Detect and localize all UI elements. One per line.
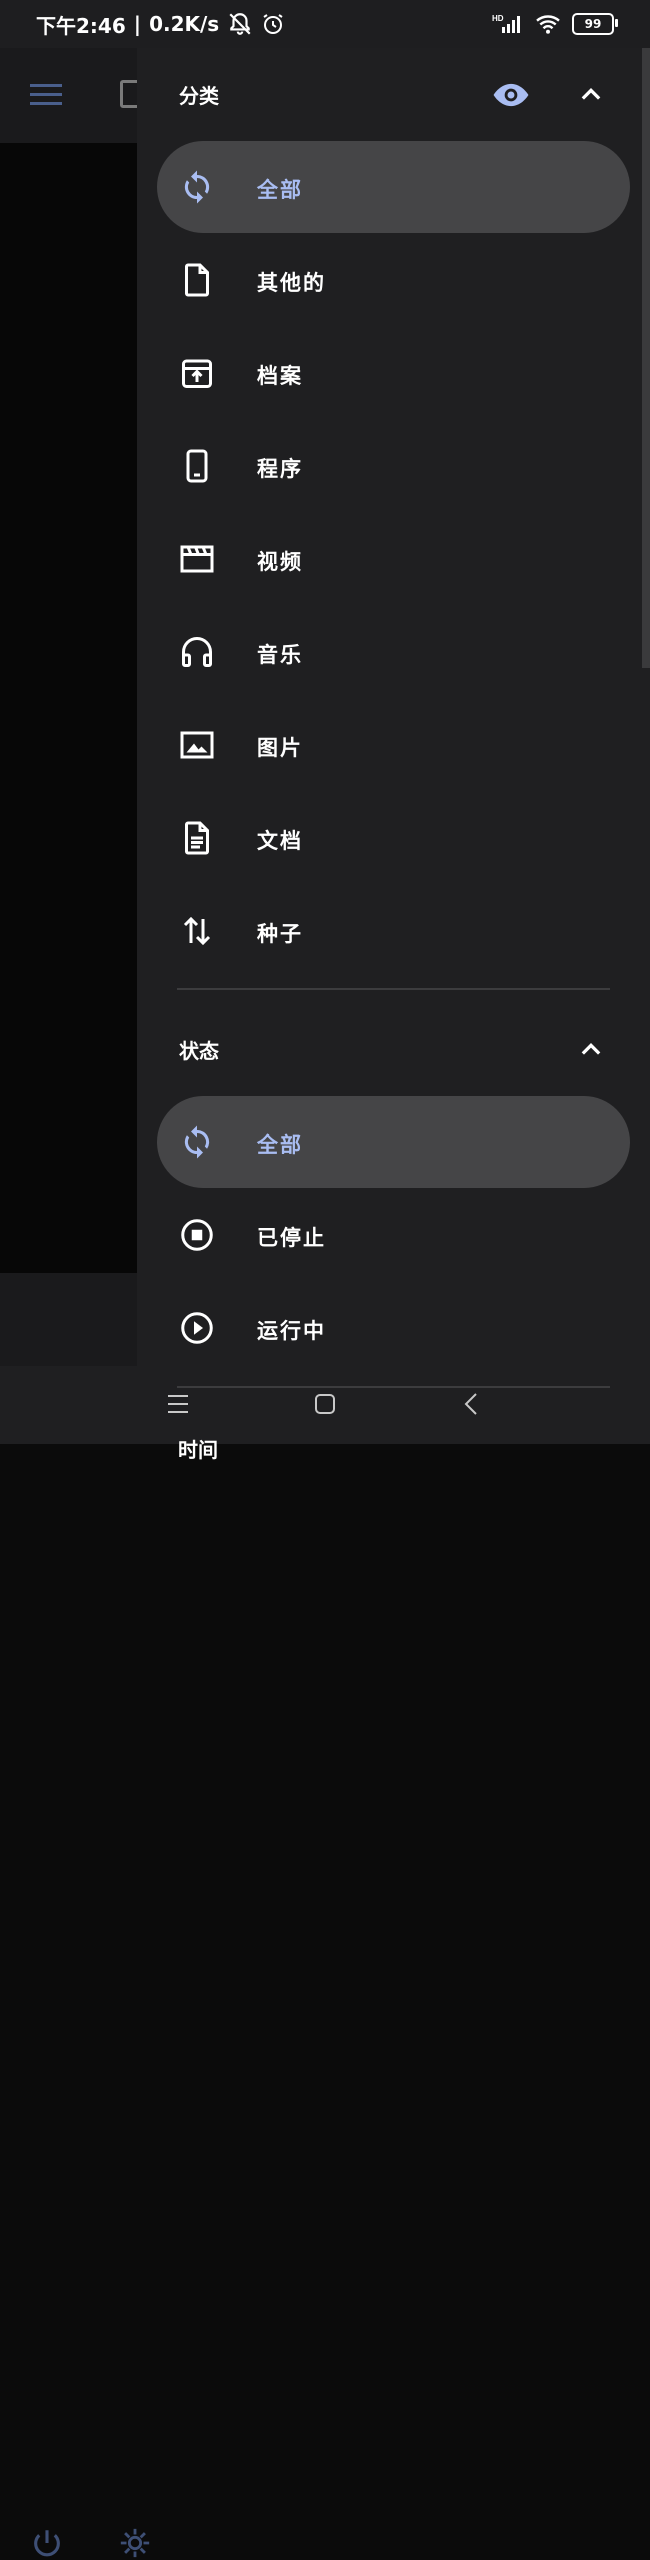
alarm-icon: [263, 14, 283, 34]
chevron-up-icon[interactable]: [577, 1036, 605, 1064]
status-separator: |: [133, 12, 142, 36]
phone-icon: [186, 449, 208, 483]
status-item-stopped[interactable]: 已停止: [157, 1189, 630, 1281]
category-item-archive[interactable]: 档案: [157, 327, 630, 419]
category-item-label: 档案: [257, 364, 303, 388]
torrent-icon: [183, 916, 211, 946]
eye-icon[interactable]: [490, 76, 532, 114]
file-icon: [185, 263, 209, 297]
video-icon: [180, 545, 214, 573]
wifi-icon: [536, 15, 560, 34]
drawer-scrollbar[interactable]: [642, 48, 650, 668]
notifications-off-icon: [229, 13, 251, 35]
category-item-label: 全部: [257, 178, 303, 202]
section-divider: [177, 1386, 610, 1388]
category-item-music[interactable]: 音乐: [157, 606, 630, 698]
recents-menu-icon[interactable]: [166, 1392, 190, 1416]
archive-icon: [182, 359, 212, 388]
battery-indicator: 99: [572, 13, 618, 35]
category-section-header: 分类: [137, 48, 650, 140]
refresh-icon: [184, 170, 210, 204]
category-item-label: 程序: [257, 457, 303, 481]
category-item-video[interactable]: 视频: [157, 513, 630, 605]
status-item-running[interactable]: 运行中: [157, 1282, 630, 1366]
category-item-label: 文档: [257, 829, 303, 853]
power-icon[interactable]: [30, 2526, 64, 2560]
status-item-all[interactable]: 全部: [157, 1096, 630, 1188]
filter-drawer: 分类 全部 其他的 档案 程序 视频 音乐 图片 文档 种子 状态 全部 已停止…: [137, 48, 650, 1366]
category-item-all[interactable]: 全部: [157, 141, 630, 233]
category-item-label: 图片: [257, 736, 303, 760]
time-section-title-peek: 时间: [178, 1438, 218, 1462]
category-item-label: 音乐: [257, 643, 303, 667]
status-item-label: 已停止: [257, 1226, 326, 1250]
category-section-title: 分类: [179, 84, 219, 108]
category-item-documents[interactable]: 文档: [157, 792, 630, 884]
status-bar: 下午2:46 | 0.2K/s HD 99: [0, 0, 650, 48]
stop-icon: [181, 1219, 213, 1251]
menu-icon[interactable]: [30, 82, 64, 108]
home-icon[interactable]: [313, 1392, 337, 1416]
settings-icon[interactable]: [118, 2526, 152, 2560]
status-section-header: 状态: [137, 1003, 650, 1095]
status-section-title: 状态: [179, 1039, 219, 1063]
category-item-images[interactable]: 图片: [157, 699, 630, 791]
category-item-label: 种子: [257, 922, 303, 946]
chevron-up-icon[interactable]: [577, 81, 605, 109]
refresh-icon: [184, 1125, 210, 1159]
category-item-other[interactable]: 其他的: [157, 234, 630, 326]
status-item-label: 全部: [257, 1133, 303, 1157]
system-navigation-bar: 时间: [0, 1366, 650, 1462]
back-icon[interactable]: [460, 1392, 484, 1416]
status-time: 下午2:46: [36, 13, 126, 38]
battery-level: 99: [584, 17, 602, 31]
category-item-torrents[interactable]: 种子: [157, 885, 630, 977]
svg-text:HD: HD: [492, 14, 504, 23]
image-icon: [180, 731, 214, 759]
network-speed: 0.2K/s: [149, 12, 220, 36]
status-item-label: 运行中: [257, 1319, 326, 1343]
document-icon: [185, 821, 209, 855]
category-item-label: 其他的: [257, 271, 326, 295]
cell-signal-icon: HD: [492, 14, 520, 33]
headphones-icon: [182, 637, 212, 667]
section-divider: [177, 988, 610, 990]
play-icon: [181, 1312, 213, 1344]
category-item-label: 视频: [257, 550, 303, 574]
category-item-programs[interactable]: 程序: [157, 420, 630, 512]
